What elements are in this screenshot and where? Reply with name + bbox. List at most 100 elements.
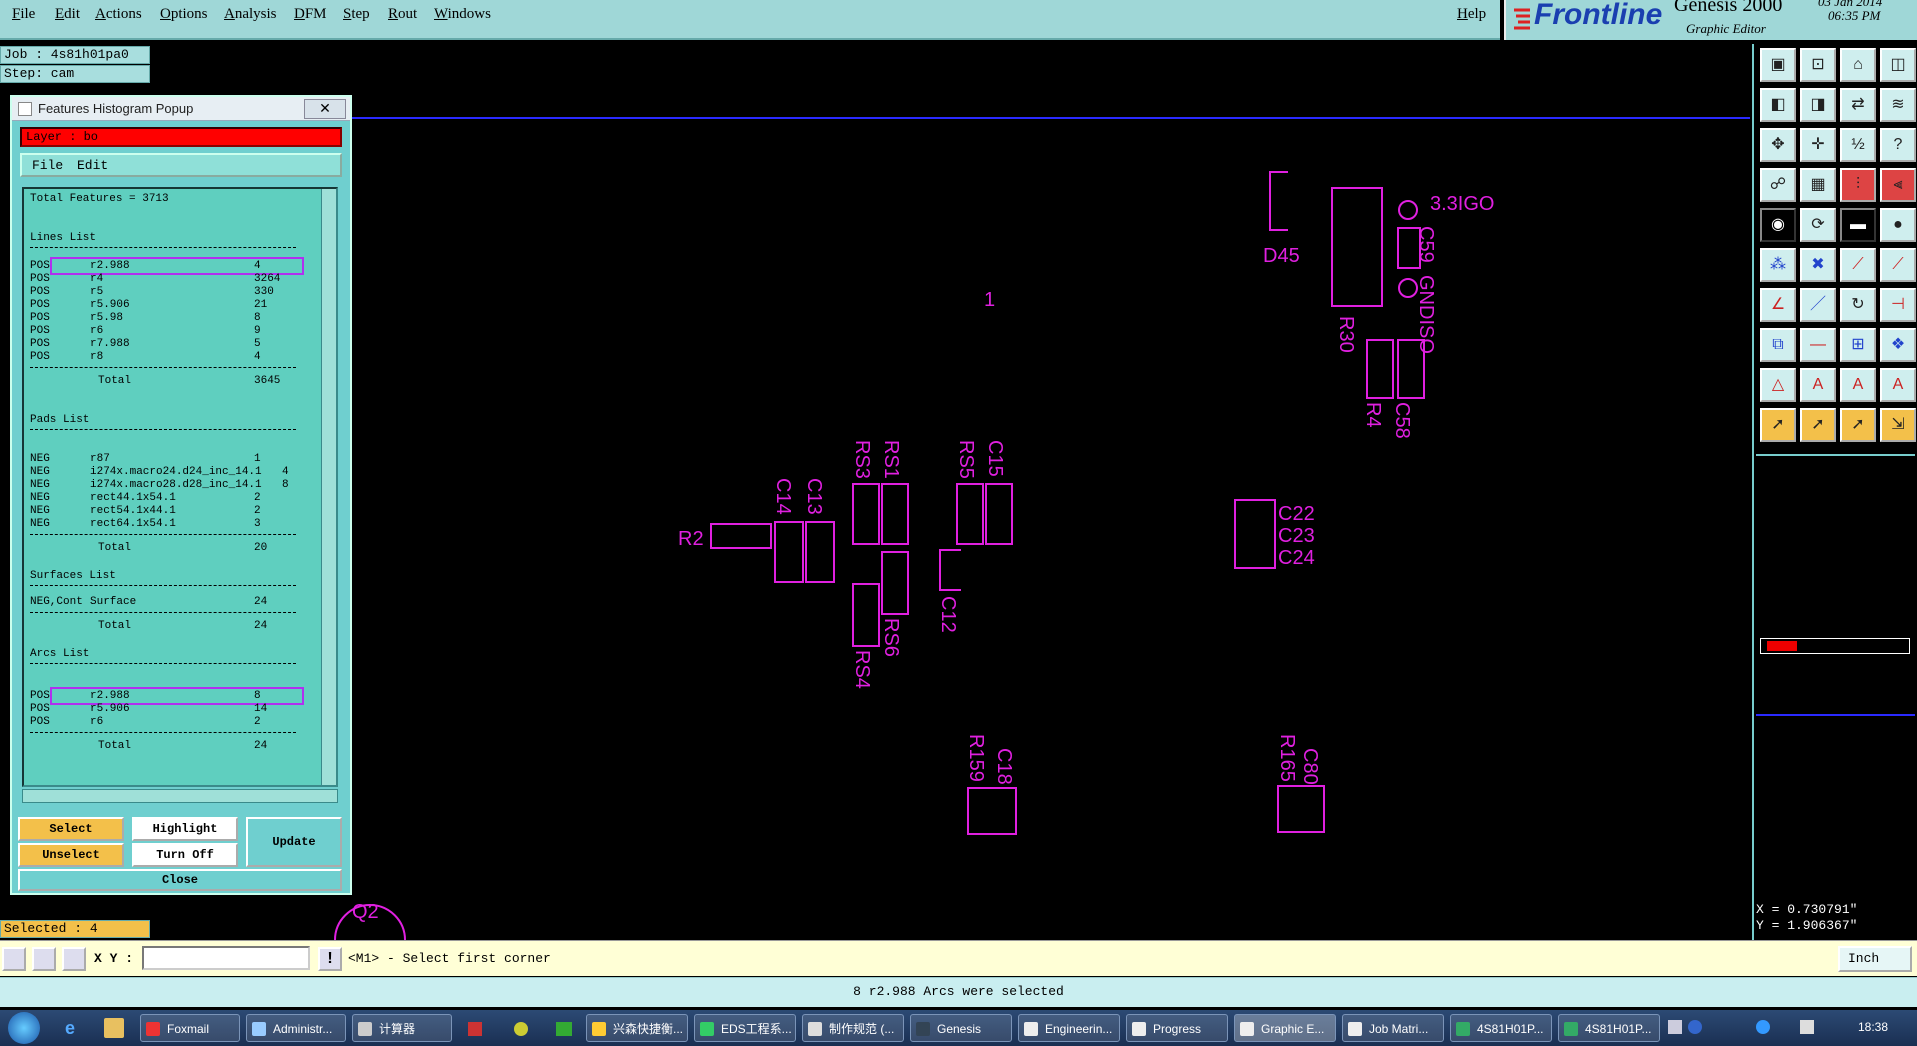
menu-analysis[interactable]: Analysis — [224, 6, 277, 23]
group-icon[interactable]: ❖ — [1880, 328, 1916, 362]
tray-app-icon[interactable] — [514, 1022, 528, 1036]
layer-compare-icon[interactable]: ⫷ — [1880, 168, 1916, 202]
task-engineering[interactable]: Engineerin... — [1018, 1014, 1120, 1042]
task-xingsen[interactable]: 兴森快捷衡... — [586, 1014, 688, 1042]
task-eds[interactable]: EDS工程系... — [694, 1014, 796, 1042]
close-icon[interactable]: ✕ — [304, 99, 346, 119]
vertical-scrollbar[interactable] — [321, 189, 336, 785]
slash-icon[interactable]: ／ — [1800, 288, 1836, 322]
ie-icon[interactable]: e — [62, 1018, 82, 1038]
task-4s81-a[interactable]: 4S81H01P... — [1450, 1014, 1552, 1042]
pan-right-icon[interactable]: ◨ — [1800, 88, 1836, 122]
zoom-fit-icon[interactable]: ⊡ — [1800, 48, 1836, 82]
task-graphic-editor[interactable]: Graphic E... — [1234, 1014, 1336, 1042]
grid-icon[interactable]: ▦ — [1800, 168, 1836, 202]
menu-windows[interactable]: Windows — [434, 6, 491, 23]
task-job-matrix[interactable]: Job Matri... — [1342, 1014, 1444, 1042]
task-spec[interactable]: 制作规范 (... — [802, 1014, 904, 1042]
line-icon[interactable]: ▬ — [1840, 208, 1876, 242]
task-calculator[interactable]: 计算器 — [352, 1014, 452, 1042]
xy-input[interactable] — [142, 946, 310, 970]
update-button[interactable]: Update — [246, 817, 342, 867]
camera-icon[interactable]: ◉ — [1760, 208, 1796, 242]
select-button[interactable]: Select — [18, 817, 124, 841]
close-button[interactable]: Close — [18, 869, 342, 891]
task-progress[interactable]: Progress — [1126, 1014, 1228, 1042]
triangle-icon[interactable]: △ — [1760, 368, 1796, 402]
task-label: Job Matri... — [1369, 1022, 1429, 1036]
pointer-multi-icon[interactable]: ⇲ — [1880, 408, 1916, 442]
flip-icon[interactable]: ⊣ — [1880, 288, 1916, 322]
layer-stack-icon[interactable]: ⫶ — [1840, 168, 1876, 202]
node-icon[interactable]: ⁂ — [1760, 248, 1796, 282]
help-icon[interactable]: ? — [1880, 128, 1916, 162]
unselect-button[interactable]: Unselect — [18, 843, 124, 867]
pointer-select-icon[interactable]: ➚ — [1800, 408, 1836, 442]
grid-snap-icon[interactable] — [62, 947, 86, 971]
menu-step[interactable]: Step — [343, 6, 370, 23]
menu-help[interactable]: Help — [1457, 6, 1486, 23]
volume-icon[interactable] — [1800, 1020, 1814, 1034]
menu-file[interactable]: File — [12, 6, 35, 23]
measure-icon[interactable]: ☍ — [1760, 168, 1796, 202]
task-4s81-b[interactable]: 4S81H01P... — [1558, 1014, 1660, 1042]
menu-actions[interactable]: Actions — [95, 6, 142, 23]
start-button[interactable] — [8, 1012, 40, 1044]
menu-rout[interactable]: Rout — [388, 6, 417, 23]
arc-icon[interactable]: ↻ — [1840, 288, 1876, 322]
connect-alt-icon[interactable]: ⟋ — [1880, 248, 1916, 282]
alert-icon[interactable]: ! — [318, 947, 342, 971]
connect-icon[interactable]: ⟋ — [1840, 248, 1876, 282]
pad-icon[interactable]: ● — [1880, 208, 1916, 242]
pointer-icon[interactable]: ➚ — [1760, 408, 1796, 442]
snake-icon[interactable]: ≋ — [1880, 88, 1916, 122]
text-a-alt-icon[interactable]: A — [1880, 368, 1916, 402]
units-select[interactable]: Inch — [1838, 946, 1912, 972]
zoom-home-icon[interactable]: ▣ — [1760, 48, 1796, 82]
sym: r7.988 — [90, 338, 130, 350]
cross-icon[interactable]: ✖ — [1800, 248, 1836, 282]
keyboard-icon[interactable] — [1668, 1020, 1682, 1034]
graphic-canvas[interactable]: 1 D45 3.3IGO C59 GNDISO R30 R4 C58 RS3 R… — [150, 44, 1752, 940]
scale-icon[interactable]: ½ — [1840, 128, 1876, 162]
resize-icon[interactable]: ⊞ — [1840, 328, 1876, 362]
pan-left-icon[interactable]: ◧ — [1760, 88, 1796, 122]
coord-y: Y = 1.906367" — [1756, 918, 1858, 933]
task-genesis[interactable]: Genesis — [910, 1014, 1012, 1042]
popup-menu-edit[interactable]: Edit — [77, 158, 108, 173]
menu-bar: File Edit Actions Options Analysis DFM S… — [0, 0, 1500, 40]
snap-icon[interactable] — [2, 947, 26, 971]
popup-menu-file[interactable]: File — [32, 158, 63, 173]
angle-snap-icon[interactable] — [32, 947, 56, 971]
text-a-icon[interactable]: A — [1800, 368, 1836, 402]
angle-icon[interactable]: ∠ — [1760, 288, 1796, 322]
label-rs3: RS3 — [851, 440, 873, 479]
pointer-area-icon[interactable]: ➚ — [1840, 408, 1876, 442]
rotate-icon[interactable]: ⟳ — [1800, 208, 1836, 242]
menu-options[interactable]: Options — [160, 6, 208, 23]
horizontal-scrollbar[interactable] — [22, 789, 338, 803]
d45-body — [1331, 187, 1383, 307]
turn-off-button[interactable]: Turn Off — [132, 843, 238, 867]
menu-dfm[interactable]: DFM — [294, 6, 327, 23]
task-admin[interactable]: Administr... — [246, 1014, 346, 1042]
house-icon[interactable]: ⌂ — [1840, 48, 1876, 82]
highlight-button[interactable]: Highlight — [132, 817, 238, 841]
text-a-box-icon[interactable]: A — [1840, 368, 1876, 402]
network-icon[interactable] — [1756, 1020, 1770, 1034]
help-tray-icon[interactable] — [1688, 1020, 1702, 1034]
copy-icon[interactable]: ⧉ — [1760, 328, 1796, 362]
swap-icon[interactable]: ⇄ — [1840, 88, 1876, 122]
label-gndiso: GNDISO — [1415, 275, 1437, 354]
zoom-extent-icon[interactable]: ✥ — [1760, 128, 1796, 162]
menu-edit[interactable]: Edit — [55, 6, 80, 23]
tray-app-icon[interactable] — [468, 1022, 482, 1036]
window-split-icon[interactable]: ◫ — [1880, 48, 1916, 82]
c13-outline — [805, 521, 835, 583]
frontline-logo-icon — [1512, 6, 1532, 30]
tray-app-icon[interactable] — [556, 1022, 572, 1036]
task-foxmail[interactable]: Foxmail — [140, 1014, 240, 1042]
dash-icon[interactable]: — — [1800, 328, 1836, 362]
move-icon[interactable]: ✛ — [1800, 128, 1836, 162]
folder-icon[interactable] — [104, 1018, 124, 1038]
